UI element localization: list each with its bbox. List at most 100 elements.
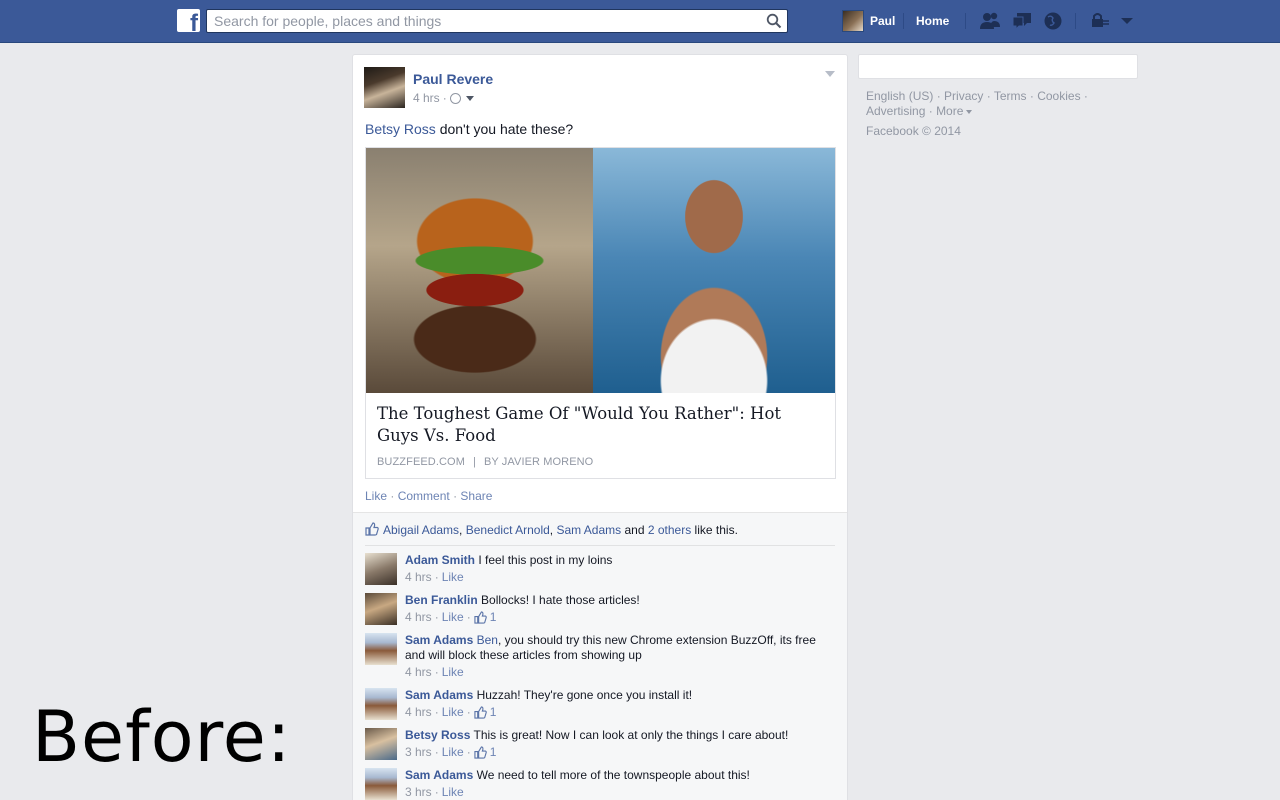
separator: · xyxy=(434,705,439,719)
comment-like-button[interactable]: Like xyxy=(442,570,464,584)
comment-meta: 4 hrs · Like · 1 xyxy=(405,705,496,719)
comment-time[interactable]: 3 hrs xyxy=(405,745,432,759)
globe-icon xyxy=(449,92,461,104)
thumbs-up-icon xyxy=(474,610,487,624)
liker-link[interactable]: Abigail Adams xyxy=(383,523,459,537)
separator: · xyxy=(986,89,991,103)
other-likers-link[interactable]: 2 others xyxy=(648,523,691,537)
tagged-user-link[interactable]: Betsy Ross xyxy=(365,121,436,137)
commenter-avatar[interactable] xyxy=(365,633,397,665)
facebook-logo-icon[interactable]: f xyxy=(177,9,200,32)
commenter-name[interactable]: Sam Adams xyxy=(405,768,473,782)
home-link[interactable]: Home xyxy=(916,14,949,28)
more-chevron-down-icon[interactable] xyxy=(966,109,973,114)
post-message-text: don't you hate these? xyxy=(435,121,574,137)
notifications-globe-icon[interactable] xyxy=(1042,11,1064,31)
liker-link[interactable]: Sam Adams xyxy=(556,523,621,537)
author-avatar[interactable] xyxy=(364,67,405,108)
footer-link-more[interactable]: More xyxy=(936,104,963,118)
comment-meta: 4 hrs · Like xyxy=(405,570,464,584)
source-domain: BUZZFEED.COM xyxy=(377,456,465,468)
post-options-chevron-down-icon[interactable] xyxy=(825,71,835,77)
separator: · xyxy=(466,705,471,719)
comment-like-count[interactable]: 1 xyxy=(490,610,497,624)
commenter-name[interactable]: Betsy Ross xyxy=(405,728,470,742)
shared-link-attachment[interactable]: The Toughest Game Of "Would You Rather":… xyxy=(365,147,836,479)
comment-like-button[interactable]: Like xyxy=(442,665,464,679)
commenter-avatar[interactable] xyxy=(365,728,397,760)
separator: · xyxy=(466,745,471,759)
comment-meta: 3 hrs · Like xyxy=(405,785,464,799)
commenter-name[interactable]: Sam Adams xyxy=(405,688,473,702)
post-timestamp[interactable]: 4 hrs xyxy=(413,91,440,105)
separator: · xyxy=(453,489,458,503)
copyright-text: Facebook © 2014 xyxy=(866,124,961,138)
divider xyxy=(903,13,904,29)
thumbs-up-icon xyxy=(474,745,487,759)
footer-link-advertising[interactable]: Advertising xyxy=(866,104,925,118)
comment-like-button[interactable]: Like xyxy=(442,610,464,624)
audience-chevron-down-icon[interactable] xyxy=(465,95,474,101)
commenter-avatar[interactable] xyxy=(365,593,397,625)
sidebar-box xyxy=(858,54,1138,79)
search-icon[interactable] xyxy=(766,13,782,29)
comment-time[interactable]: 4 hrs xyxy=(405,610,432,624)
comment-meta: 3 hrs · Like · 1 xyxy=(405,745,496,759)
commenter-avatar[interactable] xyxy=(365,768,397,800)
separator: · xyxy=(434,745,439,759)
comment-like-button[interactable]: Like xyxy=(442,745,464,759)
like-button[interactable]: Like xyxy=(365,489,387,503)
separator: · xyxy=(1083,89,1088,103)
burger-image[interactable] xyxy=(366,148,593,393)
separator: · xyxy=(434,610,439,624)
top-navigation-bar: f Paul Home xyxy=(0,0,1280,43)
source-byline: BY JAVIER MORENO xyxy=(483,456,594,468)
likes-summary: Abigail Adams, Benedict Arnold, Sam Adam… xyxy=(365,522,835,546)
commenter-name[interactable]: Sam Adams xyxy=(405,633,473,647)
mentioned-user-link[interactable]: Ben xyxy=(473,633,498,647)
friend-requests-icon[interactable] xyxy=(979,11,1001,31)
commenter-name[interactable]: Adam Smith xyxy=(405,553,475,567)
comment-time[interactable]: 4 hrs xyxy=(405,705,432,719)
footer-link-privacy[interactable]: Privacy xyxy=(944,89,983,103)
liker-link[interactable]: Benedict Arnold xyxy=(466,523,550,537)
shared-link-title[interactable]: The Toughest Game Of "Would You Rather":… xyxy=(377,403,827,447)
comment-like-button[interactable]: Like xyxy=(442,705,464,719)
footer-link-terms[interactable]: Terms xyxy=(994,89,1027,103)
likes-suffix: like this. xyxy=(691,523,738,537)
search-input[interactable] xyxy=(207,10,757,32)
avatar xyxy=(842,10,864,32)
profile-link[interactable]: Paul xyxy=(842,10,895,32)
share-button[interactable]: Share xyxy=(460,489,492,503)
comment-time[interactable]: 4 hrs xyxy=(405,665,432,679)
comment-time[interactable]: 4 hrs xyxy=(405,570,432,584)
footer-link-language[interactable]: English (US) xyxy=(866,89,933,103)
likes-conjunction: and xyxy=(621,523,648,537)
comment-button[interactable]: Comment xyxy=(398,489,450,503)
comment-like-count[interactable]: 1 xyxy=(490,705,497,719)
comment-text: Bollocks! I hate those articles! xyxy=(477,593,640,607)
commenter-avatar[interactable] xyxy=(365,688,397,720)
post-meta: 4 hrs · xyxy=(413,91,474,105)
divider xyxy=(1075,13,1076,29)
search-box xyxy=(206,9,788,33)
privacy-shortcuts-icon[interactable] xyxy=(1089,11,1111,31)
comment-like-button[interactable]: Like xyxy=(442,785,464,799)
post-author-name[interactable]: Paul Revere xyxy=(413,71,493,87)
comment-text: We need to tell more of the townspeople … xyxy=(473,768,750,782)
thumbs-up-icon xyxy=(365,522,379,536)
comment-time[interactable]: 3 hrs xyxy=(405,785,432,799)
commenter-name[interactable]: Ben Franklin xyxy=(405,593,478,607)
post-message: Betsy Ross don't you hate these? xyxy=(365,121,573,137)
comment-text: This is great! Now I can look at only th… xyxy=(470,728,789,742)
commenter-avatar[interactable] xyxy=(365,553,397,585)
comment-text: I feel this post in my loins xyxy=(475,553,613,567)
comment-like-count[interactable]: 1 xyxy=(490,745,497,759)
hot-guy-image[interactable] xyxy=(593,148,835,393)
footer-link-cookies[interactable]: Cookies xyxy=(1037,89,1080,103)
comment-text: Huzzah! They're gone once you install it… xyxy=(473,688,693,702)
comment-meta: 4 hrs · Like · 1 xyxy=(405,610,496,624)
account-settings-chevron-down-icon[interactable] xyxy=(1118,11,1140,31)
comments-section: Abigail Adams, Benedict Arnold, Sam Adam… xyxy=(353,512,847,800)
messages-icon[interactable] xyxy=(1011,11,1033,31)
